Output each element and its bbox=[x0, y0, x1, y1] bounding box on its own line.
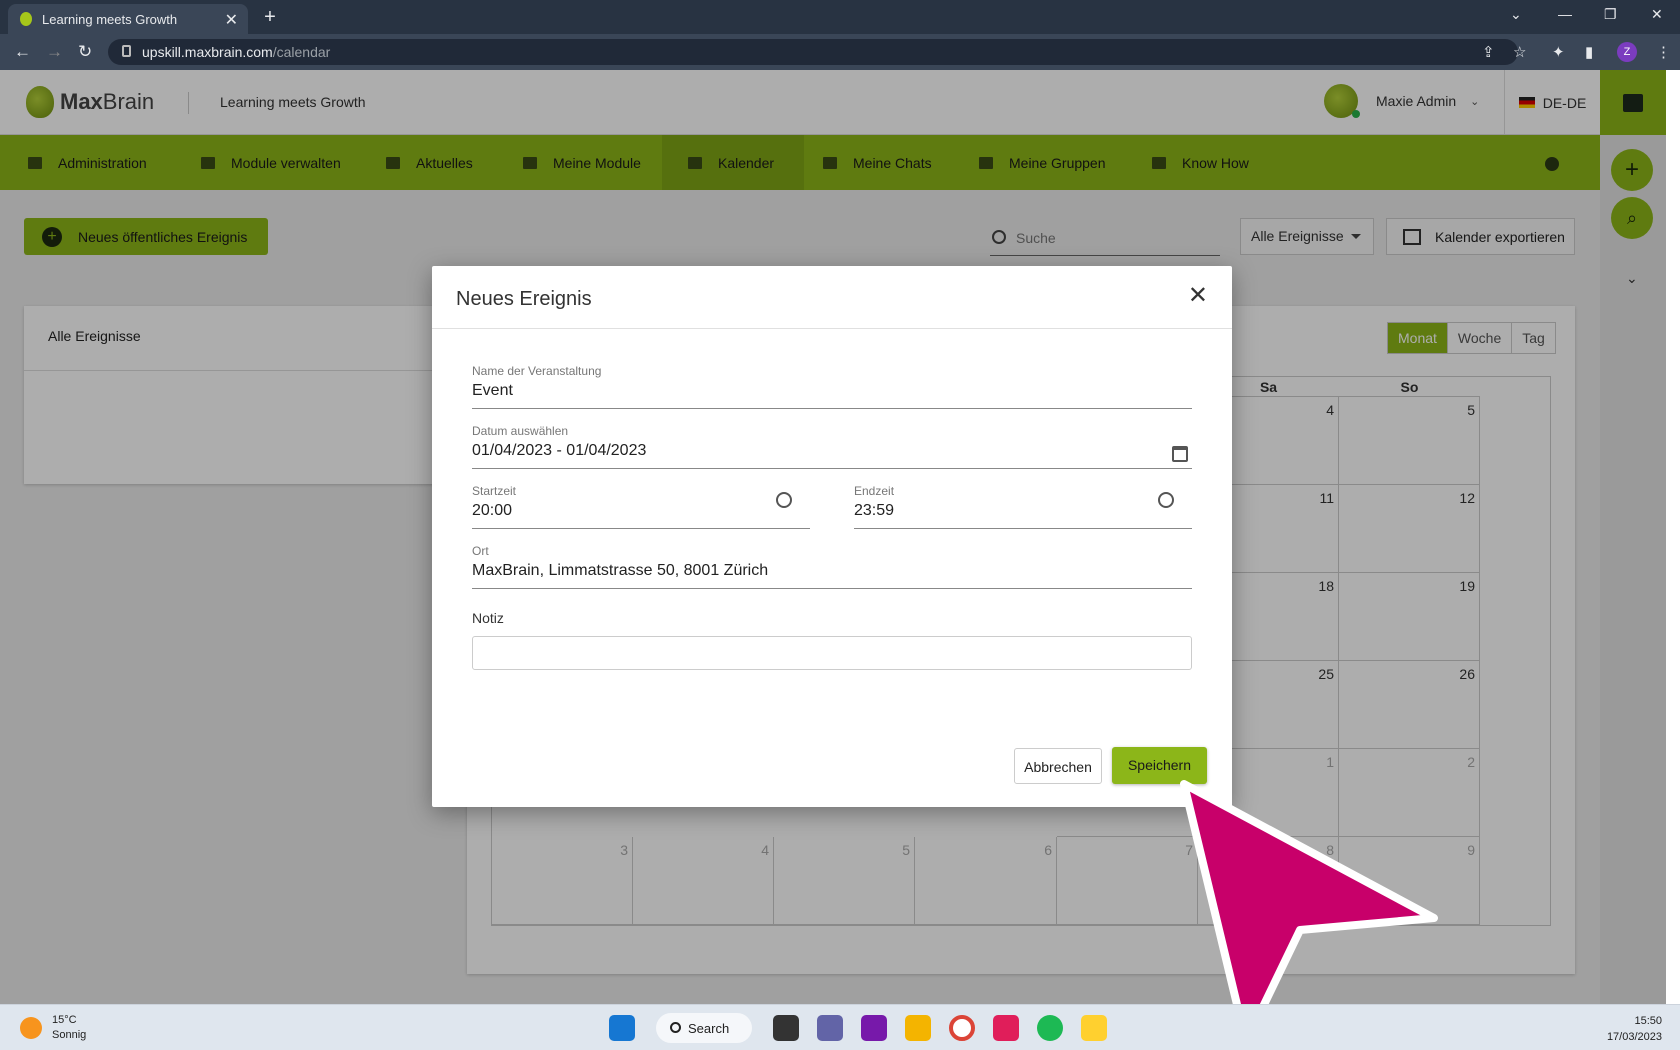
tab-title: Learning meets Growth bbox=[42, 11, 178, 27]
chrome-menu-icon[interactable]: ⋮ bbox=[1656, 43, 1671, 61]
field-value: 01/04/2023 - 01/04/2023 bbox=[472, 442, 647, 459]
taskbar-apps: Search bbox=[600, 1013, 1116, 1043]
browser-tab[interactable]: Learning meets Growth ✕ bbox=[8, 4, 248, 34]
field-label: Ort bbox=[472, 544, 489, 558]
bookmark-star-icon[interactable]: ☆ bbox=[1513, 43, 1526, 61]
field-label: Name der Veranstaltung bbox=[472, 364, 602, 378]
close-icon[interactable]: ✕ bbox=[1188, 284, 1208, 308]
spotify-icon[interactable] bbox=[1037, 1015, 1063, 1041]
lock-icon bbox=[122, 45, 131, 57]
system-clock[interactable]: 15:50 17/03/2023 bbox=[1607, 1013, 1662, 1045]
clock-icon[interactable] bbox=[776, 492, 792, 508]
start-time-field[interactable]: Startzeit 20:00 bbox=[472, 484, 810, 529]
taskbar-search[interactable]: Search bbox=[656, 1013, 752, 1043]
field-label: Datum auswählen bbox=[472, 424, 569, 438]
task-view-icon[interactable] bbox=[773, 1015, 799, 1041]
window-close-icon[interactable]: ✕ bbox=[1651, 6, 1663, 23]
file-explorer-icon[interactable] bbox=[905, 1015, 931, 1041]
extensions-icon[interactable]: ✦ bbox=[1552, 43, 1565, 61]
url-path: /calendar bbox=[272, 44, 331, 60]
field-label: Startzeit bbox=[472, 484, 517, 498]
field-label: Endzeit bbox=[854, 484, 895, 498]
temperature: 15°C bbox=[52, 1014, 77, 1026]
weather-widget[interactable]: 15°C Sonnig bbox=[20, 1013, 86, 1043]
windows-start-icon[interactable] bbox=[609, 1015, 635, 1041]
restore-icon[interactable]: ❐ bbox=[1604, 6, 1617, 23]
field-value: Event bbox=[472, 382, 513, 399]
field-value: MaxBrain, Limmatstrasse 50, 8001 Zürich bbox=[472, 562, 769, 579]
url-field[interactable]: upskill.maxbrain.com/calendar bbox=[108, 39, 1518, 65]
clock-icon[interactable] bbox=[1158, 492, 1174, 508]
location-field[interactable]: Ort MaxBrain, Limmatstrasse 50, 8001 Zür… bbox=[472, 544, 1192, 589]
dialog-divider bbox=[432, 328, 1232, 329]
weather-condition: Sonnig bbox=[52, 1029, 87, 1041]
url-host: upskill.maxbrain.com bbox=[142, 44, 273, 60]
browser-tab-bar: Learning meets Growth ✕ + ⌄ — ❐ ✕ bbox=[0, 0, 1680, 34]
calendar-icon[interactable] bbox=[1172, 446, 1188, 462]
search-icon bbox=[670, 1022, 681, 1033]
profile-avatar[interactable]: Z bbox=[1617, 42, 1637, 62]
forward-icon[interactable]: → bbox=[46, 42, 63, 62]
date-range-field[interactable]: Datum auswählen 01/04/2023 - 01/04/2023 bbox=[472, 424, 1192, 469]
windows-taskbar: 15°C Sonnig Search 15:50 17/03/2023 bbox=[0, 1004, 1680, 1050]
note-label: Notiz bbox=[472, 610, 504, 626]
new-tab-icon[interactable]: + bbox=[258, 6, 282, 29]
maxbrain-favicon-icon bbox=[20, 12, 32, 26]
onenote-icon[interactable] bbox=[861, 1015, 887, 1041]
sun-icon bbox=[20, 1017, 42, 1039]
minimize-icon[interactable]: — bbox=[1558, 6, 1572, 22]
new-event-dialog: Neues Ereignis ✕ Name der Veranstaltung … bbox=[432, 266, 1232, 807]
event-name-field[interactable]: Name der Veranstaltung Event bbox=[472, 364, 1192, 409]
tab-search-icon[interactable]: ⌄ bbox=[1510, 6, 1522, 23]
dialog-title: Neues Ereignis bbox=[456, 288, 592, 310]
clock-time: 15:50 bbox=[1634, 1015, 1662, 1027]
note-textarea[interactable] bbox=[472, 636, 1192, 670]
address-bar: ← → ↻ upskill.maxbrain.com/calendar ⇪ ☆ … bbox=[0, 34, 1680, 70]
reload-icon[interactable]: ↻ bbox=[78, 42, 92, 62]
teams-chat-icon[interactable] bbox=[817, 1015, 843, 1041]
miro-icon[interactable] bbox=[1081, 1015, 1107, 1041]
share-icon[interactable]: ⇪ bbox=[1482, 43, 1495, 61]
clock-date: 17/03/2023 bbox=[1606, 1031, 1662, 1043]
end-time-field[interactable]: Endzeit 23:59 bbox=[854, 484, 1192, 529]
field-value: 20:00 bbox=[472, 502, 513, 519]
back-icon[interactable]: ← bbox=[14, 42, 31, 62]
cancel-button[interactable]: Abbrechen bbox=[1014, 748, 1102, 784]
tab-close-icon[interactable]: ✕ bbox=[225, 10, 238, 30]
taskbar-search-label: Search bbox=[688, 1021, 730, 1036]
slack-icon[interactable] bbox=[993, 1015, 1019, 1041]
chrome-icon[interactable] bbox=[949, 1015, 975, 1041]
side-panel-icon[interactable]: ▮ bbox=[1585, 43, 1593, 61]
field-value: 23:59 bbox=[854, 502, 895, 519]
